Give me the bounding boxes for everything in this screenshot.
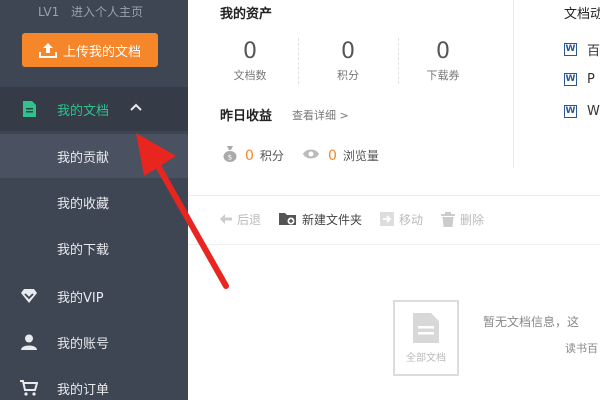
earnings-row: $ 0 积分 0 浏览量 <box>223 146 379 165</box>
stat-points[interactable]: 0 积分 <box>308 40 388 83</box>
sidebar-item-my-documents[interactable]: 我的文档 <box>0 87 188 131</box>
delete-button[interactable]: 删除 <box>441 211 484 228</box>
file-toolbar: 后退 新建文件夹 移动 删除 <box>220 208 502 230</box>
document-icon <box>20 100 38 118</box>
back-arrow-icon <box>220 214 232 224</box>
sidebar-item-my-downloads[interactable]: 我的下载 <box>0 226 188 270</box>
sidebar-item-label: 我的文档 <box>57 103 110 119</box>
docs-panel-title: 文档动 <box>564 7 600 22</box>
sidebar-item-my-favorites[interactable]: 我的收藏 <box>0 180 188 224</box>
sidebar-item-my-orders[interactable]: 我的订单 <box>0 366 188 400</box>
stat-value: 0 <box>436 39 450 64</box>
earnings-title: 昨日收益 <box>220 109 273 124</box>
trash-icon <box>441 211 456 227</box>
back-label: 后退 <box>237 212 262 227</box>
home-link[interactable]: 进入个人主页 <box>71 5 143 19</box>
upload-button[interactable]: 上传我的文档 <box>22 33 158 67</box>
empty-message: 暂无文档信息，这 <box>483 315 580 329</box>
user-level-row: LV1 进入个人主页 <box>38 3 143 20</box>
view-details-link[interactable]: 查看详细 > <box>292 107 349 123</box>
chevron-up-icon[interactable] <box>129 100 143 118</box>
document-icon <box>413 312 439 343</box>
sidebar-item-my-contributions[interactable]: 我的贡献 <box>0 134 188 178</box>
divider <box>513 0 514 168</box>
word-doc-icon: W <box>564 105 577 118</box>
sidebar-item-my-vip[interactable]: 我的VIP <box>0 274 188 318</box>
move-label: 移动 <box>399 212 424 227</box>
doc-item[interactable]: W P <box>564 72 595 87</box>
doc-item[interactable]: W 百 <box>564 40 600 59</box>
sidebar-item-label: 我的VIP <box>57 290 104 306</box>
doc-item[interactable]: W W <box>564 104 600 119</box>
word-doc-icon: W <box>564 73 577 86</box>
stat-documents[interactable]: 0 文档数 <box>210 40 290 83</box>
delete-label: 删除 <box>460 212 485 227</box>
upload-icon <box>38 43 57 58</box>
sidebar: LV1 进入个人主页 上传我的文档 我的文档 我的贡献 我的收藏 我的下载 我的… <box>0 0 188 400</box>
doc-item-title: W <box>587 104 600 119</box>
points-value: 0 <box>245 147 254 164</box>
divider <box>188 244 600 245</box>
cart-icon <box>20 379 38 397</box>
stat-value: 0 <box>243 39 257 64</box>
svg-text:$: $ <box>228 154 232 162</box>
eye-icon <box>302 148 320 163</box>
move-icon <box>380 212 395 226</box>
divider <box>188 195 600 196</box>
sidebar-item-label: 我的账号 <box>57 336 110 352</box>
sidebar-item-my-account[interactable]: 我的账号 <box>0 320 188 364</box>
stat-download-coupons[interactable]: 0 下载券 <box>403 40 483 83</box>
stat-label: 积分 <box>337 69 359 82</box>
upload-label: 上传我的文档 <box>62 44 141 60</box>
sidebar-item-label: 我的订单 <box>57 382 110 398</box>
empty-subtext: 读书百 <box>565 342 598 355</box>
diamond-icon <box>20 287 38 305</box>
divider <box>298 38 299 84</box>
back-button[interactable]: 后退 <box>220 211 261 228</box>
main-content: 我的资产 0 文档数 0 积分 0 下载券 昨日收益 查看详细 > $ 0 积分… <box>188 0 600 400</box>
stat-label: 下载券 <box>426 69 460 82</box>
new-folder-icon <box>279 213 297 225</box>
views-label: 浏览量 <box>342 149 379 163</box>
stat-label: 文档数 <box>233 69 267 82</box>
moneybag-icon: $ <box>223 146 237 165</box>
stat-value: 0 <box>341 39 355 64</box>
word-doc-icon: W <box>564 43 577 56</box>
doc-item-title: P <box>587 72 595 87</box>
all-documents-placeholder: 全部文档 <box>393 300 459 376</box>
new-folder-button[interactable]: 新建文件夹 <box>279 211 362 228</box>
new-folder-label: 新建文件夹 <box>302 212 363 227</box>
divider <box>398 38 399 84</box>
placeholder-caption: 全部文档 <box>406 352 446 364</box>
doc-item-title: 百 <box>587 44 600 59</box>
user-level: LV1 <box>38 5 60 19</box>
user-icon <box>20 333 38 351</box>
assets-title: 我的资产 <box>220 7 273 22</box>
move-button[interactable]: 移动 <box>380 211 423 228</box>
points-label: 积分 <box>259 149 284 163</box>
views-value: 0 <box>327 147 337 164</box>
